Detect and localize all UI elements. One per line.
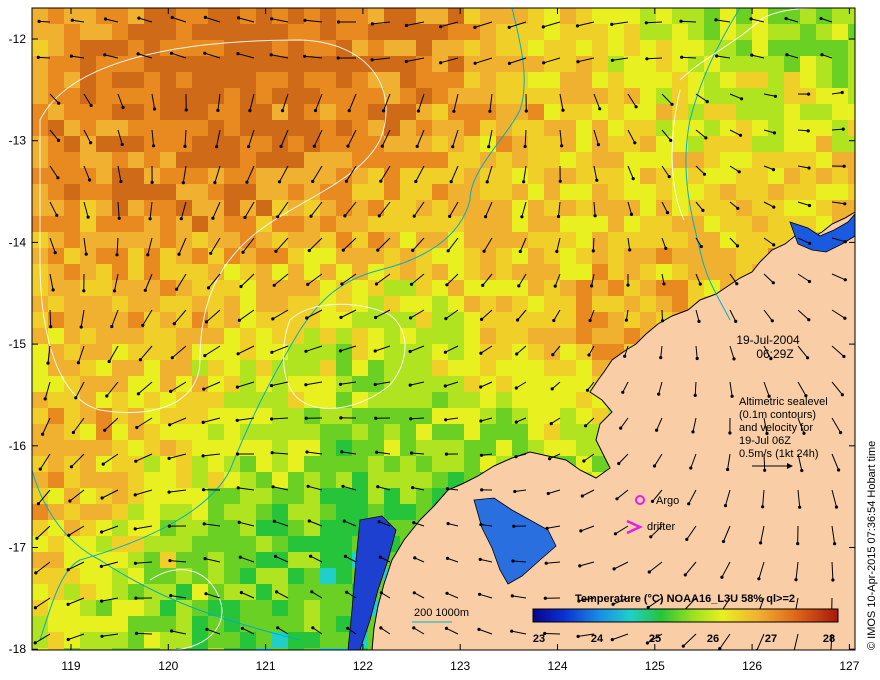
latitude-label: -18 bbox=[9, 642, 27, 656]
colorbar-tick-label: 24 bbox=[591, 633, 604, 645]
info-line: 19-Jul 06Z bbox=[739, 435, 791, 447]
drifter-label: drifter bbox=[647, 521, 675, 533]
colorbar-tick-label: 27 bbox=[765, 633, 777, 645]
info-line: (0.1m contours) bbox=[739, 409, 816, 421]
latitude-label: -16 bbox=[9, 439, 27, 453]
colorbar-title: Temperature (°C) NOAA16_L3U 58% ql>=2 bbox=[575, 593, 795, 605]
latitude-label: -14 bbox=[9, 235, 27, 249]
longitude-label: 127 bbox=[839, 659, 859, 673]
latitude-labels: -12 -13 -14 -15 -16 -17 -18 bbox=[9, 32, 27, 656]
colorbar-tick-label: 23 bbox=[533, 633, 545, 645]
colorbar-tick-label: 26 bbox=[707, 633, 719, 645]
longitude-label: 124 bbox=[547, 659, 567, 673]
longitude-label: 126 bbox=[742, 659, 762, 673]
longitude-label: 123 bbox=[450, 659, 470, 673]
sst-map: -12 -13 -14 -15 -16 -17 -18 119 120 121 122 123 124… bbox=[9, 7, 860, 673]
latitude-label: -13 bbox=[9, 134, 27, 148]
colorbar-tick-label: 28 bbox=[823, 633, 835, 645]
argo-label: Argo bbox=[656, 495, 679, 507]
info-line: 0.5m/s (1kt 24h) bbox=[739, 448, 818, 460]
longitude-label: 121 bbox=[256, 659, 276, 673]
longitude-label: 119 bbox=[61, 659, 80, 673]
latitude-label: -12 bbox=[9, 32, 27, 46]
longitude-label: 125 bbox=[645, 659, 665, 673]
info-line: and velocity for bbox=[739, 422, 813, 434]
map-date: 19-Jul-2004 bbox=[736, 333, 800, 347]
longitude-label: 122 bbox=[353, 659, 373, 673]
map-time: 06:29Z bbox=[756, 347, 793, 361]
info-line: Altimetric sealevel bbox=[739, 396, 828, 408]
longitude-label: 120 bbox=[158, 659, 178, 673]
colorbar-tick-label: 25 bbox=[649, 633, 661, 645]
bathy-legend-label: 200 1000m bbox=[414, 607, 469, 619]
latitude-label: -17 bbox=[9, 541, 27, 555]
longitude-labels: 119 120 121 122 123 124 125 126 127 bbox=[61, 659, 859, 673]
credit-text: © IMOS 10-Apr-2015 07:36:54 Hobart time bbox=[866, 440, 878, 650]
latitude-label: -15 bbox=[9, 337, 27, 351]
colorbar bbox=[532, 608, 839, 623]
